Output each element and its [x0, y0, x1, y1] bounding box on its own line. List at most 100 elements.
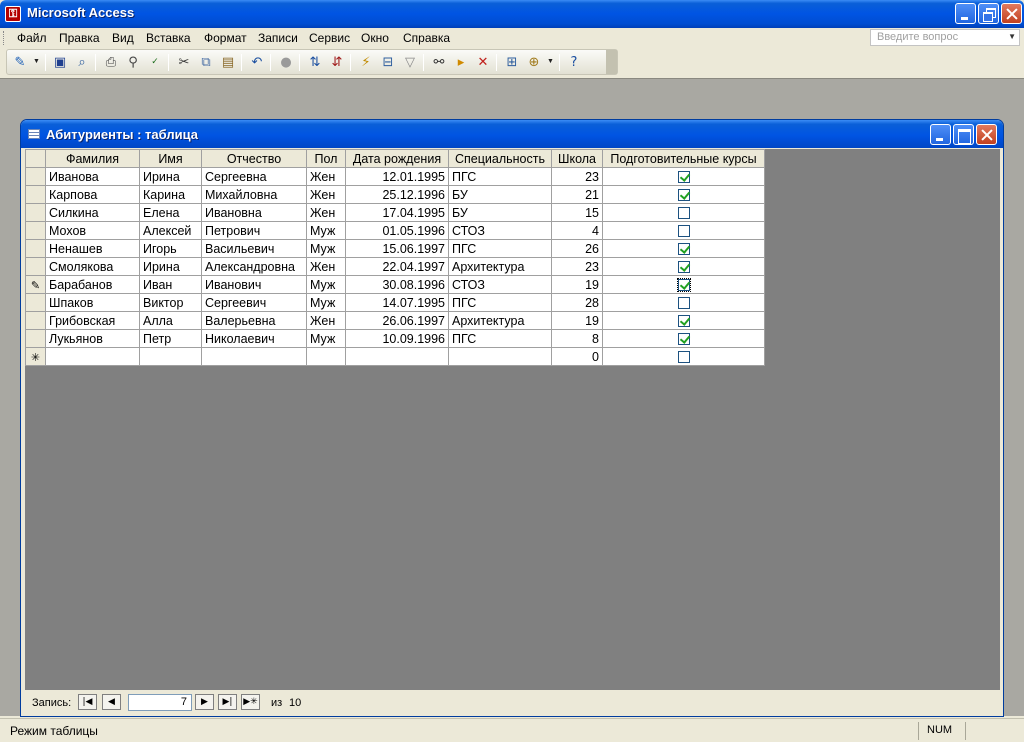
print-icon[interactable]: ⎙ [102, 54, 120, 71]
new-object-icon[interactable]: ⊕ [525, 54, 543, 71]
table-cell[interactable] [602, 221, 765, 240]
design-view-icon[interactable]: ✎ [11, 54, 29, 71]
table-cell[interactable]: Ивановна [201, 203, 307, 222]
table-window-title-bar[interactable]: Абитуриенты : таблица [21, 120, 1003, 148]
courses-checkbox[interactable] [677, 261, 690, 274]
new-record-button[interactable]: ▶✳ [241, 694, 260, 710]
courses-checkbox[interactable] [677, 243, 690, 256]
table-cell[interactable]: Жен [306, 257, 346, 276]
menu-records[interactable]: Записи [258, 31, 298, 45]
table-cell[interactable]: СТОЗ [448, 221, 552, 240]
new-record-icon[interactable]: ▸ [452, 54, 470, 71]
table-cell[interactable]: Муж [306, 239, 346, 258]
row-selector[interactable] [25, 329, 46, 348]
table-row[interactable]: Смолякова Ирина Александровна Жен 22.04.1997… [25, 257, 765, 276]
search-icon[interactable]: ⌕ [73, 54, 91, 71]
column-header[interactable]: Подготовительные курсы [602, 149, 765, 168]
column-header[interactable]: Отчество [201, 149, 307, 168]
table-cell[interactable] [45, 347, 140, 366]
table-cell[interactable]: 23 [551, 257, 603, 276]
filter-by-form-icon[interactable]: ⊟ [379, 54, 397, 71]
sort-descending-icon[interactable]: ⇵ [328, 54, 346, 71]
table-cell[interactable]: Николаевич [201, 329, 307, 348]
table-cell[interactable]: Муж [306, 221, 346, 240]
table-row[interactable]: Иванова Ирина Сергеевна Жен 12.01.1995 ПГС 23 [25, 167, 765, 186]
table-cell[interactable] [602, 347, 765, 366]
table-cell[interactable]: Васильевич [201, 239, 307, 258]
table-cell[interactable]: Валерьевна [201, 311, 307, 330]
menu-file[interactable]: Файл [17, 31, 47, 45]
menu-format[interactable]: Формат [204, 31, 247, 45]
filter-by-selection-icon[interactable]: ⚡ [357, 54, 375, 71]
table-cell[interactable]: Жен [306, 311, 346, 330]
help-icon[interactable]: ? [565, 54, 583, 71]
table-cell[interactable]: 19 [551, 311, 603, 330]
table-row[interactable]: Мохов Алексей Петрович Муж 01.05.1996 СТОЗ 4 [25, 221, 765, 240]
table-cell[interactable] [602, 167, 765, 186]
last-record-button[interactable]: ▶| [218, 694, 237, 710]
restore-button[interactable] [978, 3, 999, 24]
table-cell[interactable]: 8 [551, 329, 603, 348]
table-cell[interactable]: 28 [551, 293, 603, 312]
table-cell[interactable] [201, 347, 307, 366]
select-all-corner[interactable] [25, 149, 46, 168]
table-cell[interactable] [306, 347, 346, 366]
column-header[interactable]: Пол [306, 149, 346, 168]
menu-grip-handle[interactable] [3, 31, 6, 45]
table-cell[interactable] [602, 239, 765, 258]
undo-icon[interactable]: ↶ [248, 54, 266, 71]
table-cell[interactable]: 15.06.1997 [345, 239, 449, 258]
courses-checkbox[interactable] [677, 171, 690, 184]
table-cell[interactable]: 12.01.1995 [345, 167, 449, 186]
table-cell[interactable]: Архитектура [448, 257, 552, 276]
table-cell[interactable]: Жен [306, 185, 346, 204]
table-row[interactable]: Карпова Карина Михайловна Жен 25.12.1996 БУ 21 [25, 185, 765, 204]
courses-checkbox[interactable] [677, 333, 690, 346]
find-icon[interactable]: ⚯ [430, 54, 448, 71]
close-button[interactable] [1001, 3, 1022, 24]
table-cell[interactable]: 26 [551, 239, 603, 258]
minimize-button[interactable] [955, 3, 976, 24]
menu-tools[interactable]: Сервис [309, 31, 350, 45]
table-cell[interactable]: ПГС [448, 293, 552, 312]
sort-ascending-icon[interactable]: ⇅ [306, 54, 324, 71]
table-cell[interactable]: Елена [139, 203, 202, 222]
table-cell[interactable]: Грибовская [45, 311, 140, 330]
table-cell[interactable] [602, 257, 765, 276]
row-selector[interactable] [25, 167, 46, 186]
row-selector[interactable] [25, 221, 46, 240]
table-cell[interactable]: Барабанов [45, 275, 140, 294]
table-cell[interactable]: Жен [306, 203, 346, 222]
table-row[interactable]: Шпаков Виктор Сергеевич Муж 14.07.1995 ПГС 28 [25, 293, 765, 312]
table-cell[interactable]: Лукьянов [45, 329, 140, 348]
menu-help[interactable]: Справка [403, 31, 450, 45]
row-selector[interactable]: ✎ [25, 275, 46, 294]
apply-filter-icon[interactable]: ▽ [401, 54, 419, 71]
table-cell[interactable]: 26.06.1997 [345, 311, 449, 330]
courses-checkbox[interactable] [677, 189, 690, 202]
table-cell[interactable]: Карпова [45, 185, 140, 204]
table-cell[interactable]: Муж [306, 293, 346, 312]
row-selector[interactable]: ✳ [25, 347, 46, 366]
table-cell[interactable]: Сергеевна [201, 167, 307, 186]
table-cell[interactable]: 21 [551, 185, 603, 204]
table-cell[interactable]: Сергеевич [201, 293, 307, 312]
previous-record-button[interactable]: ◀ [102, 694, 121, 710]
first-record-button[interactable]: |◀ [78, 694, 97, 710]
table-cell[interactable]: Ирина [139, 257, 202, 276]
table-cell[interactable]: Муж [306, 329, 346, 348]
table-cell[interactable]: Алексей [139, 221, 202, 240]
column-header[interactable]: Специальность [448, 149, 552, 168]
table-row[interactable]: Силкина Елена Ивановна Жен 17.04.1995 БУ 15 [25, 203, 765, 222]
row-selector[interactable] [25, 311, 46, 330]
table-cell[interactable]: 4 [551, 221, 603, 240]
menu-edit[interactable]: Правка [59, 31, 100, 45]
spelling-icon[interactable]: ✓ [146, 54, 164, 71]
cut-icon[interactable]: ✂ [175, 54, 193, 71]
table-cell[interactable]: БУ [448, 203, 552, 222]
access-key-icon[interactable]: ⚿ [5, 6, 21, 22]
menu-view[interactable]: Вид [112, 31, 134, 45]
table-cell[interactable]: 25.12.1996 [345, 185, 449, 204]
table-cell[interactable]: Иванович [201, 275, 307, 294]
column-header[interactable]: Имя [139, 149, 202, 168]
